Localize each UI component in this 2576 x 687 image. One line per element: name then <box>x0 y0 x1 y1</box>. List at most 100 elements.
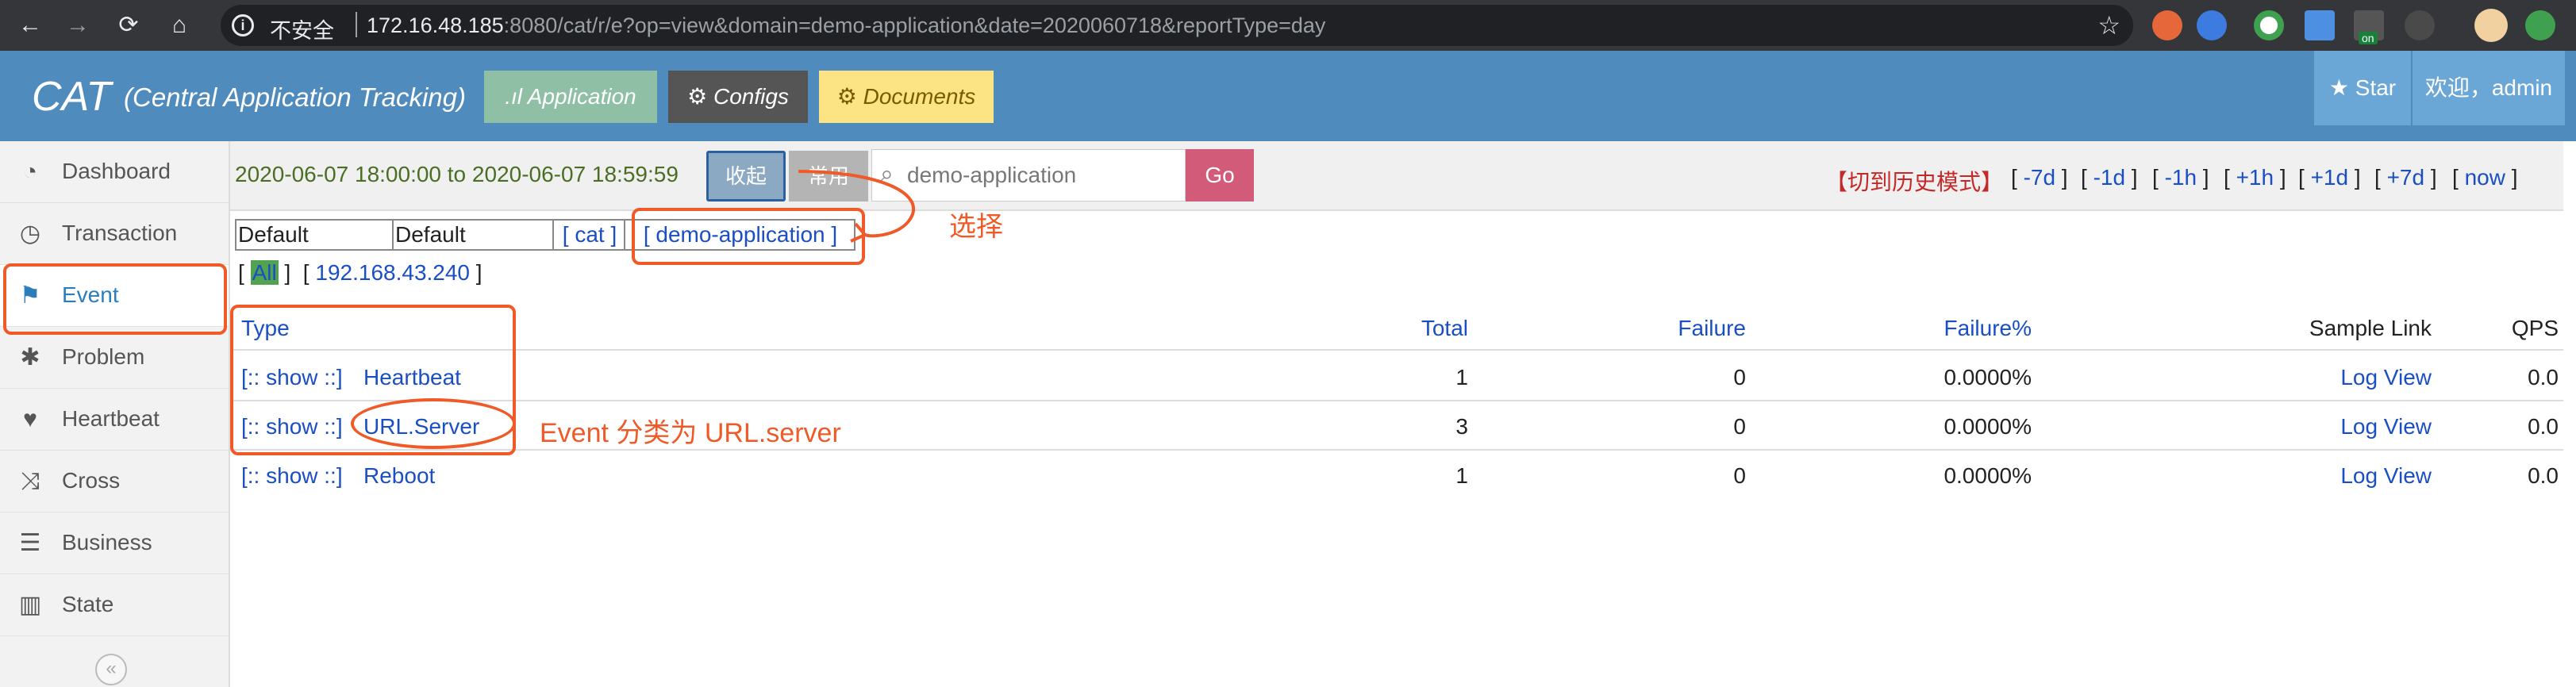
sidebar-collapse-icon[interactable]: « <box>95 654 127 685</box>
tab-configs-label: Configs <box>713 84 789 109</box>
failure-pct-value: 0.0000% <box>1944 414 2032 439</box>
browser-toolbar: ← → ⟳ ⌂ i 不安全 172.16.48.185:8080/cat/r/e… <box>0 0 2576 51</box>
insecure-label: 不安全 <box>270 19 334 43</box>
fold-button[interactable]: 收起 <box>706 151 786 201</box>
profile-avatar-icon[interactable] <box>2474 9 2508 42</box>
sidebar-item-cross[interactable]: ⤨ Cross <box>0 451 229 512</box>
column-total[interactable]: Total <box>1421 316 1468 341</box>
extension-icon-6[interactable] <box>2405 10 2435 40</box>
user-menu[interactable]: 欢迎，admin <box>2413 51 2565 125</box>
log-view-link[interactable]: Log View <box>2340 365 2432 390</box>
dashboard-icon: ◔ <box>22 159 38 185</box>
bar-chart-icon: ▥ <box>18 592 42 618</box>
quick-range-plus-1d[interactable]: [ +1d ] <box>2298 165 2361 190</box>
total-value: 3 <box>1455 414 1468 439</box>
quick-range-minus-1h[interactable]: [ -1h ] <box>2152 165 2209 190</box>
quick-range-link[interactable]: +7d <box>2387 165 2425 190</box>
failure-pct-value: 0.0000% <box>1944 365 2032 390</box>
cogs-icon: ⚙ <box>687 84 713 109</box>
quick-range-plus-7d[interactable]: [ +7d ] <box>2374 165 2437 190</box>
ip-filter: [ All ] [ 192.168.43.240 ] <box>238 260 483 285</box>
star-icon: ★ <box>2328 75 2355 100</box>
url-path: :8080/cat/r/e?op=view&domain=demo-applic… <box>503 13 1326 37</box>
quick-range-link[interactable]: -1h <box>2165 165 2197 190</box>
extension-badge: on <box>2359 32 2378 44</box>
annotation-event-box <box>3 263 227 335</box>
failure-value: 0 <box>1733 414 1746 439</box>
total-value: 1 <box>1455 463 1468 488</box>
quick-range-minus-7d[interactable]: [ -7d ] <box>2011 165 2068 190</box>
ip-all-link[interactable]: All <box>250 260 279 285</box>
tab-application-label: Application <box>527 84 636 109</box>
sidebar-item-dashboard[interactable]: ◔ Dashboard <box>0 141 229 203</box>
quick-range-plus-1h[interactable]: [ +1h ] <box>2224 165 2286 190</box>
sidebar-item-label: Problem <box>62 344 145 369</box>
time-range: 2020-06-07 18:00:00 to 2020-06-07 18:59:… <box>235 162 679 186</box>
sidebar-item-label: Heartbeat <box>62 406 160 431</box>
quick-range-link[interactable]: +1d <box>2311 165 2349 190</box>
quick-range-link[interactable]: -1d <box>2093 165 2125 190</box>
update-icon[interactable] <box>2525 10 2555 40</box>
column-failure[interactable]: Failure <box>1678 316 1746 341</box>
sidebar-item-problem[interactable]: ✱ Problem <box>0 327 229 389</box>
log-view-link[interactable]: Log View <box>2340 414 2432 439</box>
failure-value: 0 <box>1733 365 1746 390</box>
ip-link[interactable]: 192.168.43.240 <box>315 260 470 285</box>
show-link[interactable]: [:: show ::] <box>241 463 343 489</box>
sidebar-item-label: State <box>62 592 114 616</box>
forward-icon[interactable]: → <box>60 8 95 43</box>
column-failure-pct[interactable]: Failure% <box>1944 316 2032 341</box>
quick-range-link[interactable]: +1h <box>2236 165 2274 190</box>
extension-icon-2[interactable] <box>2197 10 2227 40</box>
bug-icon: ✱ <box>20 344 40 370</box>
home-icon[interactable]: ⌂ <box>162 8 197 43</box>
history-mode-link[interactable]: 【切到历史模式】 <box>1825 165 2003 197</box>
brand-subtitle: (Central Application Tracking) <box>124 83 466 112</box>
qps-value: 0.0 <box>2528 463 2559 488</box>
address-bar[interactable]: i 不安全 172.16.48.185:8080/cat/r/e?op=view… <box>221 5 2133 46</box>
extension-icon-4[interactable] <box>2305 10 2335 40</box>
annotation-select-label: 选择 <box>949 212 1003 242</box>
info-icon[interactable]: i <box>232 14 254 36</box>
url-host: 172.16.48.185 <box>367 13 504 37</box>
annotation-arrow <box>798 170 916 243</box>
log-view-link[interactable]: Log View <box>2340 463 2432 489</box>
cogs-icon: ⚙ <box>836 84 863 109</box>
sidebar-item-business[interactable]: ☰ Business <box>0 512 229 574</box>
bookmark-star-icon[interactable]: ☆ <box>2097 10 2120 40</box>
failure-pct-value: 0.0000% <box>1944 463 2032 488</box>
domain-link-cat[interactable]: [ cat ] <box>552 219 625 251</box>
tab-configs[interactable]: ⚙ Configs <box>668 71 808 123</box>
sidebar-item-label: Dashboard <box>62 159 171 183</box>
sidebar-item-transaction[interactable]: ◷ Transaction <box>0 203 229 265</box>
quick-range-now[interactable]: [ now ] <box>2452 165 2518 190</box>
reload-icon[interactable]: ⟳ <box>111 8 146 43</box>
report-toolbar: 2020-06-07 18:00:00 to 2020-06-07 18:59:… <box>230 141 2563 211</box>
sidebar-item-label: Business <box>62 530 152 555</box>
type-link[interactable]: Reboot <box>363 463 435 489</box>
table-header: Type Total Failure Failure% Sample Link … <box>230 303 2563 351</box>
url-text[interactable]: 172.16.48.185:8080/cat/r/e?op=view&domai… <box>367 13 1325 38</box>
qps-value: 0.0 <box>2528 365 2559 390</box>
back-icon[interactable]: ← <box>13 8 48 43</box>
app-header: CAT (Central Application Tracking) .ıl A… <box>0 51 2576 141</box>
go-button[interactable]: Go <box>1186 149 1254 201</box>
extension-icon-1[interactable] <box>2152 10 2182 40</box>
tab-application[interactable]: .ıl Application <box>484 71 657 123</box>
table-row: [:: show ::] Reboot 1 0 0.0000% Log View… <box>230 451 2563 500</box>
sidebar-item-state[interactable]: ▥ State <box>0 574 229 636</box>
signal-icon: .ıl <box>505 84 528 109</box>
star-label: Star <box>2355 75 2397 100</box>
quick-range-minus-1d[interactable]: [ -1d ] <box>2081 165 2138 190</box>
sidebar-item-heartbeat[interactable]: ♥ Heartbeat <box>0 389 229 451</box>
quick-range-link[interactable]: -7d <box>2024 165 2055 190</box>
quick-range-link[interactable]: now <box>2465 165 2505 190</box>
star-button[interactable]: ★ Star <box>2314 51 2411 125</box>
domain-group-cell: Default <box>392 219 554 251</box>
heart-icon: ♥ <box>23 406 37 432</box>
clock-icon: ◷ <box>19 221 41 247</box>
tab-documents[interactable]: ⚙ Documents <box>819 71 994 123</box>
extension-icon-3[interactable] <box>2254 10 2284 40</box>
brand-title[interactable]: CAT <box>32 73 111 121</box>
random-icon: ⤨ <box>21 468 40 494</box>
